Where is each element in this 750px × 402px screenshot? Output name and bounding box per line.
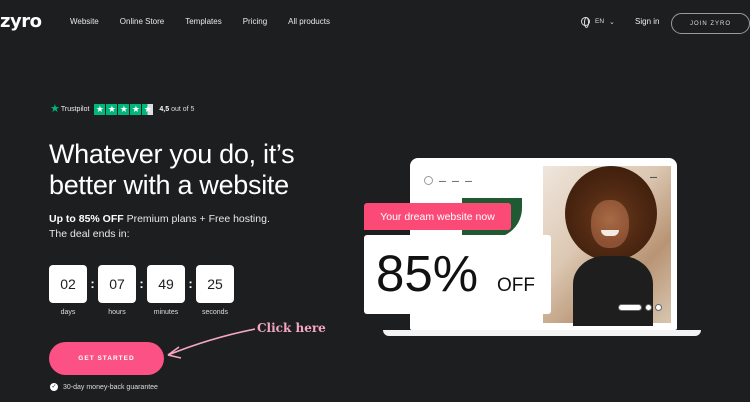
photo-body <box>573 256 653 326</box>
half-star-icon: ★ <box>142 103 154 115</box>
nav-link-website[interactable]: Website <box>70 17 99 26</box>
mockup-navbar: ▬▬ ▬▬ ▬▬ <box>424 176 472 185</box>
countdown-hours: 07 hours <box>98 265 136 316</box>
mockup-dot-button <box>655 304 662 311</box>
countdown-label: minutes <box>153 309 179 316</box>
mockup-dot-button <box>645 304 652 311</box>
mockup-hero-photo: ▬▬ <box>543 166 671 326</box>
photo-face <box>591 200 629 248</box>
mockup-link: ▬▬ <box>452 178 459 183</box>
mockup-link: ▬▬ <box>439 178 446 183</box>
countdown-days: 02 days <box>49 265 87 316</box>
countdown-label: seconds <box>201 309 229 316</box>
zyro-logo[interactable]: zyro <box>0 11 42 32</box>
annotation-label: Click here <box>257 321 326 335</box>
rating-value: 4,5 <box>159 105 170 113</box>
countdown-timer: 02 days : 07 hours : 49 minutes : 25 sec… <box>49 265 234 316</box>
promo-percent: 85% <box>376 245 479 302</box>
promo-off: OFF <box>497 275 535 296</box>
star-icon: ★ <box>94 103 106 115</box>
countdown-label: days <box>60 309 76 316</box>
nav-link-templates[interactable]: Templates <box>185 17 221 26</box>
get-started-button[interactable]: GET STARTED <box>49 342 164 375</box>
countdown-seconds: 25 seconds <box>196 265 234 316</box>
trustpilot-name: Trustpilot <box>60 105 90 113</box>
countdown-minutes: 49 minutes <box>147 265 185 316</box>
trustpilot-rating[interactable]: ★ Trustpilot ★ ★ ★ ★ ★ 4,5 out of 5 <box>50 103 194 115</box>
offer-highlight: Up to 85% OFF <box>49 213 124 225</box>
promo-banner: Your dream website now <box>364 203 511 230</box>
countdown-separator: : <box>90 276 95 291</box>
offer-text: Up to 85% OFF Premium plans + Free hosti… <box>49 212 270 242</box>
laptop-mockup-base <box>383 330 701 336</box>
promo-discount-card: 85% OFF <box>364 235 551 314</box>
countdown-value: 49 <box>147 265 185 303</box>
checkmark-icon: ✓ <box>50 383 58 391</box>
nav-link-online-store[interactable]: Online Store <box>120 17 164 26</box>
money-back-guarantee: ✓ 30-day money-back guarantee <box>50 383 158 391</box>
countdown-value: 07 <box>98 265 136 303</box>
countdown-label: hours <box>108 309 126 316</box>
nav-links: Website Online Store Templates Pricing A… <box>70 17 351 26</box>
star-icon: ★ <box>118 103 130 115</box>
globe-icon <box>581 17 590 28</box>
guarantee-text: 30-day money-back guarantee <box>63 383 158 391</box>
nav-link-all-products[interactable]: All products <box>288 17 330 26</box>
mockup-label: ▬▬ <box>650 175 657 179</box>
countdown-separator: : <box>139 276 144 291</box>
language-selector[interactable]: EN ⌄ <box>581 17 615 28</box>
rating-suffix: out of 5 <box>171 105 195 113</box>
deal-ends-text: The deal ends in: <box>49 228 130 240</box>
countdown-value: 25 <box>196 265 234 303</box>
chevron-down-icon: ⌄ <box>609 18 615 26</box>
trustpilot-stars: ★ ★ ★ ★ ★ <box>94 103 154 115</box>
trustpilot-star-icon: ★ <box>50 103 60 115</box>
mockup-logo-icon <box>424 176 433 185</box>
top-navbar: zyro Website Online Store Templates Pric… <box>0 0 750 46</box>
nav-link-pricing[interactable]: Pricing <box>243 17 267 26</box>
mockup-pill-button <box>618 304 642 311</box>
language-label: EN <box>595 18 605 25</box>
rating-text: 4,5 out of 5 <box>159 106 194 113</box>
countdown-separator: : <box>188 276 193 291</box>
join-zyro-button[interactable]: JOIN ZYRO <box>671 13 750 34</box>
star-icon: ★ <box>106 103 118 115</box>
countdown-value: 02 <box>49 265 87 303</box>
sign-in-link[interactable]: Sign in <box>635 17 659 26</box>
star-icon: ★ <box>130 103 142 115</box>
annotation-arrow-icon <box>167 328 256 359</box>
offer-details: Premium plans + Free hosting. <box>126 213 270 225</box>
hero-headline: Whatever you do, it’s better with a webs… <box>49 139 295 200</box>
mockup-link: ▬▬ <box>465 178 472 183</box>
